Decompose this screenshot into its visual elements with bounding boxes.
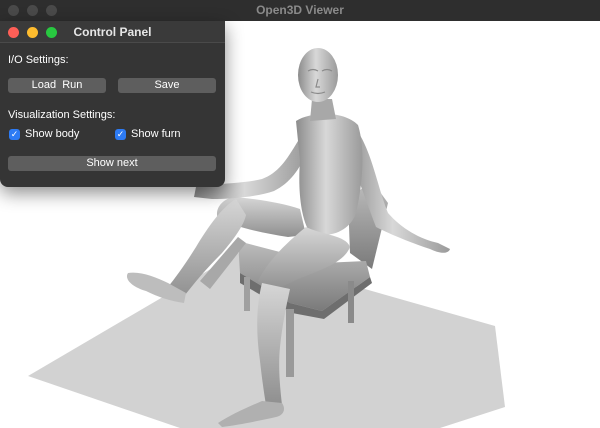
io-settings-label: I/O Settings: — [8, 54, 69, 66]
body-neck — [310, 99, 336, 121]
show-furn-label: Show furn — [131, 128, 181, 140]
show-body-label: Show body — [25, 128, 80, 140]
control-panel: Control Panel I/O Settings: Load Run Sav… — [0, 21, 225, 187]
chair-leg — [244, 277, 250, 311]
show-next-button[interactable]: Show next — [8, 156, 216, 171]
visualization-settings-label: Visualization Settings: — [8, 109, 116, 121]
show-body-checkbox[interactable]: ✓ Show body — [9, 128, 79, 140]
body-torso — [296, 113, 363, 235]
app-window: Open3D Viewer Control Panel I/O Settings… — [0, 0, 600, 428]
window-title: Open3D Viewer — [256, 3, 344, 17]
save-button[interactable]: Save — [118, 78, 216, 93]
check-icon[interactable]: ✓ — [9, 128, 20, 140]
chair-leg — [348, 281, 354, 323]
load-run-button[interactable]: Load Run — [8, 78, 106, 93]
panel-title: Control Panel — [73, 25, 152, 39]
check-icon[interactable]: ✓ — [115, 128, 126, 140]
chair-leg — [286, 309, 294, 377]
show-furn-checkbox[interactable]: ✓ Show furn — [115, 128, 181, 140]
window-titlebar: Open3D Viewer — [0, 0, 600, 21]
panel-titlebar[interactable]: Control Panel — [0, 21, 225, 43]
